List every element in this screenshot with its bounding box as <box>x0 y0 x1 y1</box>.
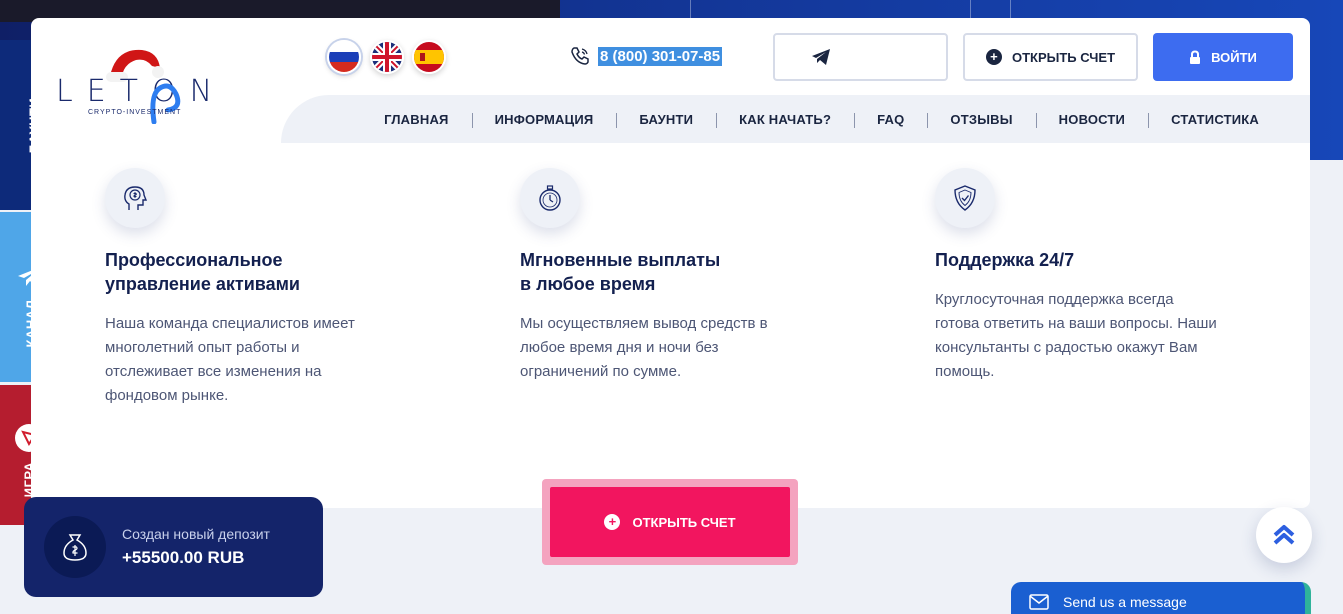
envelope-icon <box>1029 594 1049 610</box>
telegram-icon <box>812 49 830 65</box>
feature-text: Мы осуществляем вывод средств в любое вр… <box>520 315 768 380</box>
stopwatch-icon <box>520 168 580 228</box>
chat-label: Send us a message <box>1063 594 1187 610</box>
nav-item-news[interactable]: НОВОСТИ <box>1035 112 1148 128</box>
open-account-button[interactable]: + ОТКРЫТЬ СЧЕТ <box>963 33 1138 81</box>
telegram-button[interactable] <box>773 33 948 81</box>
feature-instant-payouts: Мгновенные выплаты в любое время Мы осущ… <box>520 168 840 384</box>
logo-word: LETON <box>56 74 227 109</box>
toast-title: Создан новый депозит <box>122 526 270 542</box>
nav-item-stats[interactable]: СТАТИСТИКА <box>1148 112 1282 128</box>
grid-line <box>1010 0 1011 20</box>
feature-text: Наша команда специалистов имеет многолет… <box>105 315 355 404</box>
feature-support: Поддержка 24/7 Круглосуточная поддержка … <box>935 168 1255 384</box>
phone-icon <box>571 47 589 65</box>
nav-item-bounty[interactable]: БАУНТИ <box>616 112 716 128</box>
feature-asset-management: Профессиональное управление активами Наш… <box>105 168 425 408</box>
grid-line <box>970 0 971 20</box>
shield-check-icon <box>935 168 995 228</box>
plus-circle-icon: + <box>604 514 621 530</box>
main-nav: ГЛАВНАЯ ИНФОРМАЦИЯ БАУНТИ КАК НАЧАТЬ? FA… <box>281 95 1310 143</box>
nav-item-info[interactable]: ИНФОРМАЦИЯ <box>471 112 617 128</box>
double-chevron-up-icon <box>1273 525 1295 545</box>
flag-uk-icon[interactable] <box>370 40 404 74</box>
login-label: ВОЙТИ <box>1211 49 1257 65</box>
flag-ru-icon[interactable] <box>327 40 361 74</box>
deposit-notification: Создан новый депозит +55500.00 RUB <box>24 497 323 597</box>
nav-item-home[interactable]: ГЛАВНАЯ <box>361 112 471 127</box>
lock-icon <box>1190 49 1201 64</box>
logo[interactable]: LETON CRYPTO-INVESTMENT <box>56 44 236 124</box>
login-button[interactable]: ВОЙТИ <box>1153 33 1293 81</box>
money-bag-icon <box>44 516 106 578</box>
open-account-cta-button[interactable]: + ОТКРЫТЬ СЧЕТ <box>550 487 790 557</box>
feature-title: Профессиональное управление активами <box>105 250 300 294</box>
feature-text: Круглосуточная поддержка всегда готова о… <box>935 291 1217 380</box>
scroll-to-top-button[interactable] <box>1256 507 1312 563</box>
nav-item-faq[interactable]: FAQ <box>854 112 927 128</box>
logo-subtitle: CRYPTO-INVESTMENT <box>88 109 182 116</box>
grid-line <box>690 0 691 20</box>
cta-focus-ring: + ОТКРЫТЬ СЧЕТ <box>542 479 798 565</box>
phone-number[interactable]: 8 (800) 301-07-85 <box>598 46 723 66</box>
feature-title: Мгновенные выплаты в любое время <box>520 250 721 294</box>
nav-item-how-to-start[interactable]: КАК НАЧАТЬ? <box>716 112 854 128</box>
toast-amount: +55500.00 RUB <box>122 548 245 567</box>
feature-title: Поддержка 24/7 <box>935 250 1075 270</box>
chat-widget[interactable]: Send us a message <box>1011 582 1311 614</box>
cta-label: ОТКРЫТЬ СЧЕТ <box>632 514 736 530</box>
head-dollar-icon <box>105 168 165 228</box>
plus-circle-icon: + <box>985 49 1002 65</box>
flag-es-icon[interactable] <box>412 40 446 74</box>
nav-item-reviews[interactable]: ОТЗЫВЫ <box>927 112 1035 128</box>
phone-block[interactable]: 8 (800) 301-07-85 <box>570 46 723 66</box>
open-account-label: ОТКРЫТЬ СЧЕТ <box>1011 49 1116 65</box>
